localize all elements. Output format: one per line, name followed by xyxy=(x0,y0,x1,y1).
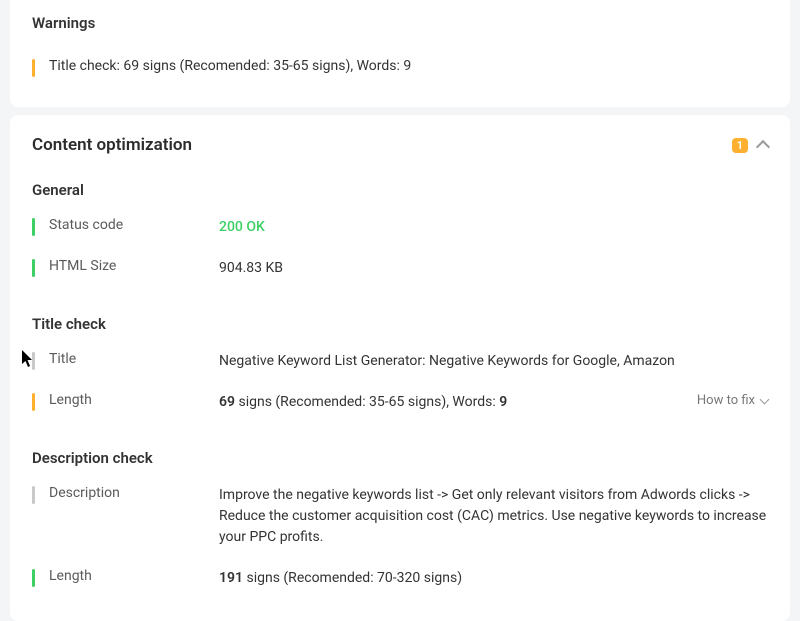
description-length-signs: 191 xyxy=(219,570,243,586)
title-check-section-title: Title check xyxy=(32,315,768,333)
title-length-row: Length 69 signs (Recomended: 35-65 signs… xyxy=(32,382,768,423)
warning-item: Title check: 69 signs (Recomended: 35-65… xyxy=(32,48,768,87)
title-length-mid: signs (Recomended: 35-65 signs), Words: xyxy=(235,394,499,410)
how-to-fix-label: How to fix xyxy=(697,393,755,408)
warning-text: Title check: 69 signs (Recomended: 35-65… xyxy=(49,58,411,74)
chevron-down-icon xyxy=(760,395,770,405)
warning-prefix: Title check: xyxy=(49,58,123,74)
warnings-card: Warnings Title check: 69 signs (Recomend… xyxy=(10,0,790,107)
title-length-label: Length xyxy=(49,392,219,408)
description-length-suffix: signs (Recomended: 70-320 signs) xyxy=(243,570,462,586)
warning-signs-suffix: signs (Recomended: 35-65 signs), Words: xyxy=(139,58,403,74)
how-to-fix-button[interactable]: How to fix xyxy=(697,393,768,408)
status-indicator-icon xyxy=(32,218,35,236)
title-value: Negative Keyword List Generator: Negativ… xyxy=(219,351,768,372)
title-length-value: 69 signs (Recomended: 35-65 signs), Word… xyxy=(219,392,768,413)
warning-indicator-icon xyxy=(32,393,35,411)
description-check-section-title: Description check xyxy=(32,449,768,467)
content-optimization-card: Content optimization 1 General Status co… xyxy=(10,115,790,621)
chevron-up-icon[interactable] xyxy=(756,140,770,154)
description-length-row: Length 191 signs (Recomended: 70-320 sig… xyxy=(32,558,768,599)
general-section-title: General xyxy=(32,181,768,199)
description-value: Improve the negative keywords list -> Ge… xyxy=(219,485,768,548)
status-code-row: Status code 200 OK xyxy=(32,207,768,248)
neutral-indicator-icon xyxy=(32,352,35,370)
description-length-label: Length xyxy=(49,568,219,584)
html-size-value: 904.83 KB xyxy=(219,258,768,279)
html-size-label: HTML Size xyxy=(49,258,219,274)
warning-words: 9 xyxy=(403,58,411,74)
status-code-label: Status code xyxy=(49,217,219,233)
title-length-words: 9 xyxy=(499,394,507,410)
warnings-title: Warnings xyxy=(32,14,768,32)
title-row: Title Negative Keyword List Generator: N… xyxy=(32,341,768,382)
title-length-signs: 69 xyxy=(219,394,235,410)
title-label: Title xyxy=(49,351,219,367)
status-indicator-icon xyxy=(32,569,35,587)
neutral-indicator-icon xyxy=(32,486,35,504)
warning-signs: 69 xyxy=(123,58,139,74)
content-optimization-header[interactable]: Content optimization 1 xyxy=(32,135,768,155)
html-size-row: HTML Size 904.83 KB xyxy=(32,248,768,289)
status-code-value: 200 OK xyxy=(219,217,768,238)
status-indicator-icon xyxy=(32,259,35,277)
description-row: Description Improve the negative keyword… xyxy=(32,475,768,558)
description-length-value: 191 signs (Recomended: 70-320 signs) xyxy=(219,568,768,589)
content-optimization-title: Content optimization xyxy=(32,135,192,155)
warning-indicator-icon xyxy=(32,59,35,77)
description-label: Description xyxy=(49,485,219,501)
warning-count-badge: 1 xyxy=(732,138,748,153)
